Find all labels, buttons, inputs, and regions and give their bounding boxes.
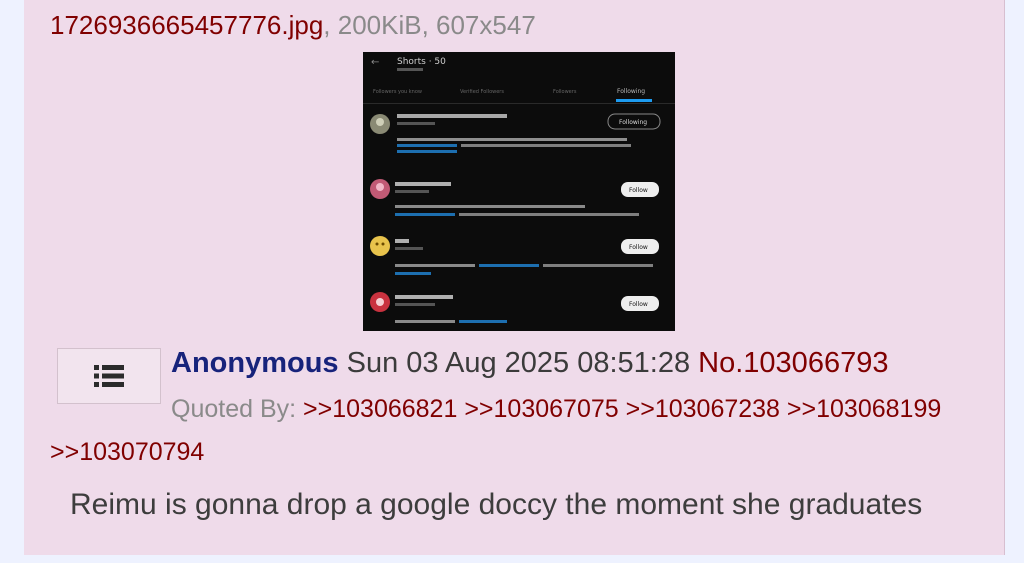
page-background-strip bbox=[0, 555, 1024, 563]
quote-link[interactable]: >>103067238 bbox=[626, 395, 780, 423]
quoted-by-continued: >>103070794 bbox=[50, 438, 204, 467]
thumbnail-follow-button: Follow bbox=[629, 301, 648, 308]
svg-text:←: ← bbox=[371, 57, 379, 68]
thumbnail-header-title: Shorts · 50 bbox=[397, 57, 446, 67]
thumbnail-tab: Verified Followers bbox=[460, 89, 504, 95]
quote-link[interactable]: >>103068199 bbox=[787, 395, 941, 423]
thumbnail-follow-button: Follow bbox=[629, 244, 648, 251]
quote-link[interactable]: >>103067075 bbox=[464, 395, 618, 423]
list-menu-icon bbox=[94, 365, 124, 387]
thumbnail-follow-button: Follow bbox=[629, 187, 648, 194]
file-name-link[interactable]: 1726936665457776.jpg bbox=[50, 10, 323, 40]
quoted-by: Quoted By: >>103066821 >>103067075 >>103… bbox=[171, 395, 941, 424]
post-header: Anonymous Sun 03 Aug 2025 08:51:28 No.10… bbox=[171, 347, 888, 380]
thumbnail-follow-button: Following bbox=[619, 119, 647, 126]
post-number-link[interactable]: No.103066793 bbox=[698, 347, 888, 379]
poster-name: Anonymous bbox=[171, 347, 339, 379]
post-menu-button[interactable] bbox=[57, 348, 161, 404]
post-comment: Reimu is gonna drop a google doccy the m… bbox=[70, 488, 923, 521]
thumbnail-tab: Followers you know bbox=[373, 89, 422, 95]
file-meta: , 200KiB, 607x547 bbox=[323, 10, 536, 40]
post-datetime: Sun 03 Aug 2025 08:51:28 bbox=[346, 347, 691, 379]
file-info: 1726936665457776.jpg, 200KiB, 607x547 bbox=[50, 10, 536, 41]
thumbnail-screenshot: ← Shorts · 50 Followers you know Verifie… bbox=[363, 52, 675, 331]
post-image-thumbnail[interactable]: ← Shorts · 50 Followers you know Verifie… bbox=[363, 52, 675, 331]
reply-post: 1726936665457776.jpg, 200KiB, 607x547 ← … bbox=[24, 0, 1005, 556]
quoted-by-label: Quoted By: bbox=[171, 395, 297, 423]
quote-link[interactable]: >>103066821 bbox=[303, 395, 457, 423]
thumbnail-tab: Following bbox=[617, 88, 645, 95]
quote-link[interactable]: >>103070794 bbox=[50, 438, 204, 466]
thumbnail-tab: Followers bbox=[553, 89, 577, 95]
